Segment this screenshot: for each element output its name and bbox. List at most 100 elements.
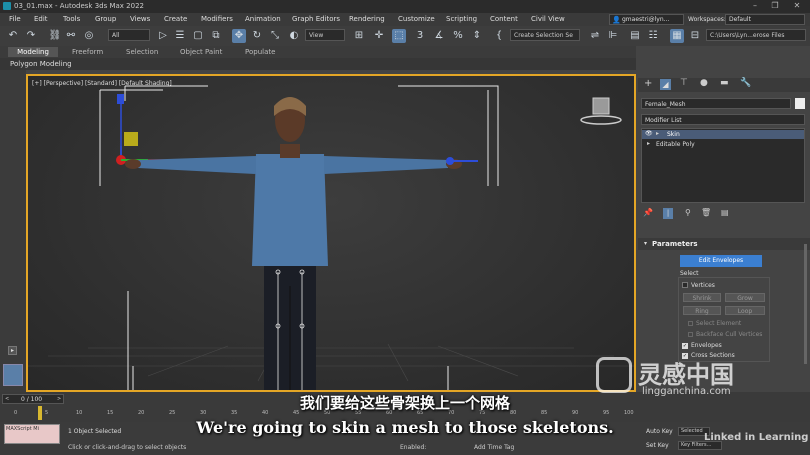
polygon-modeling-tab[interactable]: Polygon Modeling (10, 60, 72, 68)
menu-views[interactable]: Views (130, 15, 150, 23)
bind-spacewarp-icon[interactable]: ◎ (82, 29, 96, 43)
user-account-dropdown[interactable]: 👤 gmaestri@lyn... (609, 14, 684, 25)
snaps-toggle-icon[interactable]: 3 (413, 29, 427, 43)
user-name: gmaestri@lyn... (622, 16, 670, 23)
object-name-field[interactable]: Female_Mesh (641, 98, 791, 109)
backface-cull-checkbox[interactable] (688, 332, 693, 337)
menu-graph-editors[interactable]: Graph Editors (292, 15, 340, 23)
select-manipulate-icon[interactable]: ✛ (372, 29, 386, 43)
menu-scripting[interactable]: Scripting (446, 15, 477, 23)
make-unique-icon[interactable]: ⚲ (685, 208, 691, 217)
ring-button[interactable]: Ring (683, 306, 721, 315)
expand-arrow-icon[interactable]: ▸ (647, 140, 650, 147)
menu-tools[interactable]: Tools (63, 15, 80, 23)
menu-create[interactable]: Create (164, 15, 187, 23)
align-icon[interactable]: ⊫ (606, 29, 620, 43)
menu-rendering[interactable]: Rendering (349, 15, 385, 23)
menu-customize[interactable]: Customize (398, 15, 435, 23)
percent-snap-icon[interactable]: % (451, 29, 465, 43)
spinner-snap-icon[interactable]: ⇕ (470, 29, 484, 43)
place-icon[interactable]: ◐ (287, 29, 301, 43)
shrink-button[interactable]: Shrink (683, 293, 721, 302)
viewcube[interactable] (580, 97, 622, 125)
maximize-button[interactable]: ❐ (768, 1, 782, 11)
link-icon[interactable]: ⛓ (48, 29, 62, 43)
unlink-icon[interactable]: ⚯ (64, 29, 78, 43)
redo-icon[interactable]: ↷ (24, 29, 38, 43)
modify-tab-icon[interactable]: ◢ (660, 79, 671, 90)
tab-freeform[interactable]: Freeform (72, 47, 103, 57)
pivot-center-icon[interactable]: ⊞ (352, 29, 366, 43)
configure-sets-icon[interactable]: ▤ (721, 208, 729, 217)
toggle-ribbon-icon[interactable]: ▦ (670, 29, 684, 43)
add-time-tag[interactable]: Add Time Tag (474, 444, 514, 451)
layout-thumbnail-icon[interactable] (3, 364, 23, 386)
window-crossing-icon[interactable]: ⧉ (209, 29, 223, 43)
modifier-stack: 👁 ▸ Skin ▸ Editable Poly (641, 128, 805, 203)
move-icon[interactable]: ✥ (232, 29, 246, 43)
show-end-result-icon[interactable]: | (663, 208, 673, 219)
menu-edit[interactable]: Edit (34, 15, 48, 23)
mirror-icon[interactable]: ⇌ (588, 29, 602, 43)
edit-named-sets-icon[interactable]: { (492, 29, 506, 43)
curve-editor-icon[interactable]: ⊟ (688, 29, 702, 43)
envelopes-checkbox[interactable]: ✓ (682, 343, 688, 349)
tab-object-paint[interactable]: Object Paint (180, 47, 222, 57)
utilities-tab-icon[interactable]: 🔧 (740, 78, 751, 88)
motion-tab-icon[interactable]: ● (700, 78, 708, 88)
select-by-name-icon[interactable]: ☰ (173, 29, 187, 43)
grow-button[interactable]: Grow (725, 293, 765, 302)
menu-animation[interactable]: Animation (245, 15, 281, 23)
pin-stack-icon[interactable]: 📌 (643, 208, 653, 217)
display-tab-icon[interactable]: ▬ (720, 78, 729, 88)
rotate-icon[interactable]: ↻ (250, 29, 264, 43)
tab-populate[interactable]: Populate (245, 47, 275, 57)
stack-item-label: Editable Poly (656, 141, 695, 148)
angle-snap-icon[interactable]: ∡ (432, 29, 446, 43)
workspaces-dropdown[interactable]: Default (725, 14, 805, 25)
menu-civil-view[interactable]: Civil View (531, 15, 565, 23)
menu-file[interactable]: File (9, 15, 21, 23)
rollout-title: Parameters (652, 240, 698, 248)
create-selection-set-dropdown[interactable]: Create Selection Se (510, 29, 580, 41)
vertices-checkbox[interactable] (682, 282, 688, 288)
menu-group[interactable]: Group (95, 15, 116, 23)
scale-icon[interactable]: ⤡ (268, 29, 282, 43)
hierarchy-tab-icon[interactable]: ⊤ (680, 78, 688, 88)
select-element-checkbox[interactable] (688, 321, 693, 326)
minimize-button[interactable]: – (748, 1, 762, 11)
undo-icon[interactable]: ↶ (6, 29, 20, 43)
tab-selection[interactable]: Selection (126, 47, 158, 57)
menu-modifiers[interactable]: Modifiers (201, 15, 233, 23)
command-panel-scrollbar[interactable] (804, 244, 807, 364)
parameters-rollout-header[interactable]: ▾ Parameters (638, 238, 810, 250)
vertices-label: Vertices (691, 282, 715, 289)
perspective-viewport[interactable]: [+] [Perspective] [Standard] [Default Sh… (26, 74, 636, 392)
expand-arrow-icon[interactable]: ▸ (656, 130, 659, 137)
watermark-logo-icon (596, 357, 632, 393)
expand-layout-icon[interactable]: ▸ (8, 346, 17, 355)
set-key-button[interactable]: Set Key (646, 442, 669, 449)
stack-item-editable-poly[interactable]: ▸ Editable Poly (642, 140, 804, 149)
selection-filter-dropdown[interactable]: All (108, 29, 150, 41)
object-color-swatch[interactable] (795, 98, 805, 109)
select-object-icon[interactable]: ▷ (156, 29, 170, 43)
close-button[interactable]: ✕ (790, 1, 804, 11)
rect-selection-icon[interactable]: ▢ (191, 29, 205, 43)
title-bar: 03_01.max - Autodesk 3ds Max 2022 – ❐ ✕ (0, 0, 810, 13)
keyboard-shortcut-icon[interactable]: ⬚ (392, 29, 406, 43)
edit-envelopes-button[interactable]: Edit Envelopes (680, 255, 762, 267)
toggle-scene-explorer-icon[interactable]: ▤ (628, 29, 642, 43)
character-figure (125, 97, 478, 390)
project-folder-dropdown[interactable]: C:\Users\Lyn...erose Files (706, 29, 806, 41)
remove-modifier-icon[interactable]: 🗑 (701, 208, 711, 217)
toggle-layer-explorer-icon[interactable]: ☷ (646, 29, 660, 43)
loop-button[interactable]: Loop (725, 306, 765, 315)
tab-modeling[interactable]: Modeling (8, 47, 58, 57)
modifier-list-dropdown[interactable]: Modifier List (641, 114, 805, 125)
stack-item-skin[interactable]: 👁 ▸ Skin (642, 130, 804, 139)
menu-content[interactable]: Content (490, 15, 518, 23)
reference-coord-dropdown[interactable]: View (305, 29, 345, 41)
create-tab-icon[interactable]: + (644, 78, 652, 89)
eye-icon[interactable]: 👁 (645, 130, 653, 137)
